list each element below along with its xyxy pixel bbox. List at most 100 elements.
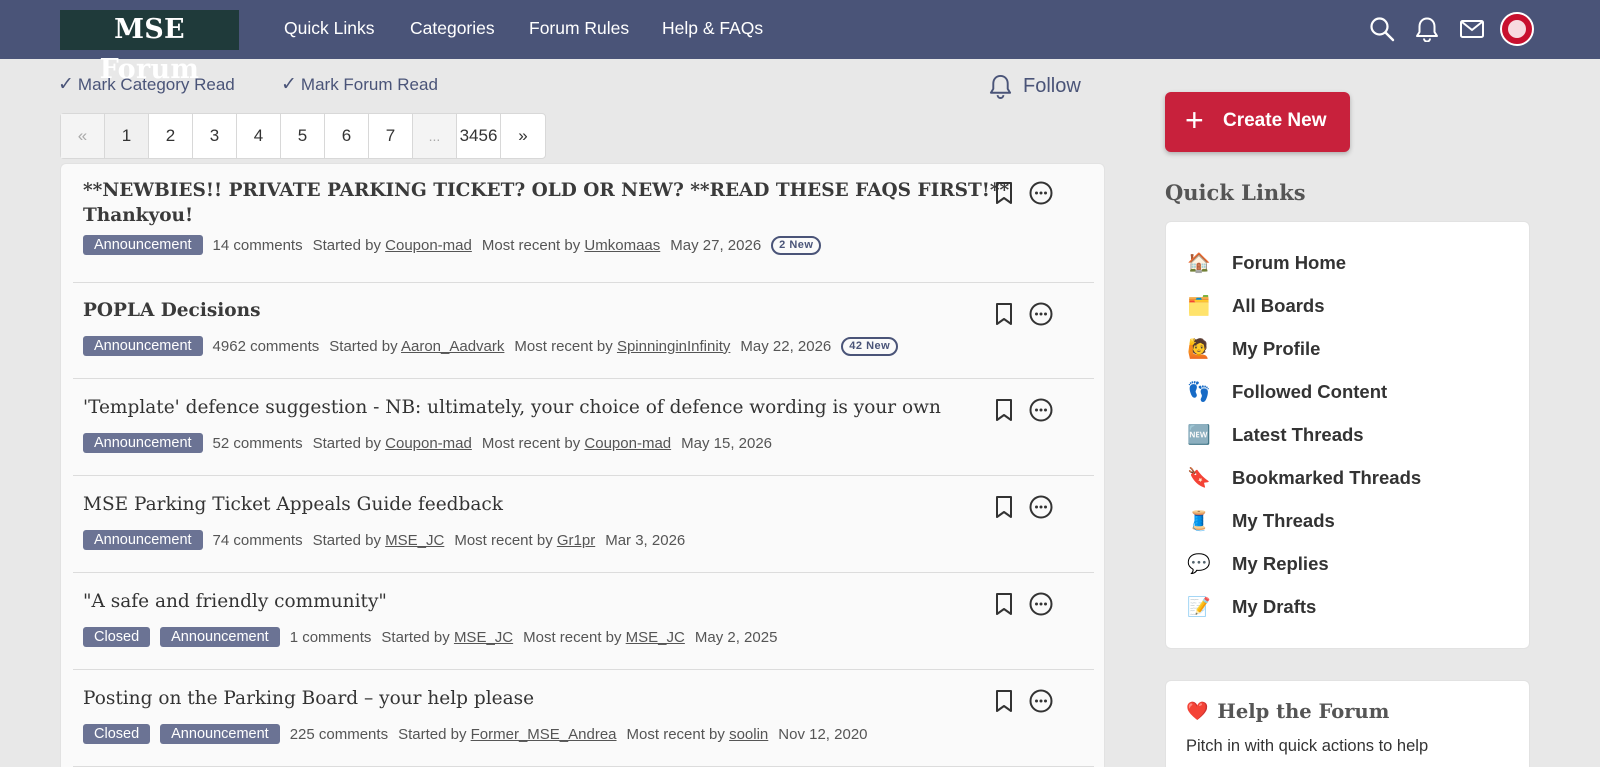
last-poster-link[interactable]: Gr1pr: [557, 532, 595, 549]
checkmark-icon: ✓: [281, 74, 297, 95]
pagination-page-7[interactable]: 7: [369, 114, 413, 158]
author-link[interactable]: Aaron_Aadvark: [401, 338, 504, 355]
thread-meta: Announcement 52 comments Started by Coup…: [83, 433, 782, 453]
quick-link-bookmarked-threads[interactable]: 🔖 Bookmarked Threads: [1186, 463, 1421, 493]
follow-label: Follow: [1023, 74, 1081, 97]
thread-row[interactable]: "A safe and friendly community" Closed A…: [73, 573, 1094, 670]
avatar[interactable]: [1500, 12, 1534, 46]
quick-link-my-drafts[interactable]: 📝 My Drafts: [1186, 592, 1316, 622]
more-options-icon[interactable]: [1028, 180, 1054, 206]
last-poster-link[interactable]: MSE_JC: [626, 629, 685, 646]
more-options-icon[interactable]: [1028, 494, 1054, 520]
nav-categories[interactable]: Categories: [410, 0, 495, 59]
checkmark-icon: ✓: [58, 74, 74, 95]
bookmark-icon[interactable]: [991, 301, 1017, 327]
pagination-page-4[interactable]: 4: [237, 114, 281, 158]
last-poster-link[interactable]: soolin: [729, 726, 768, 743]
quick-link-my-replies[interactable]: 💬 My Replies: [1186, 549, 1329, 579]
announcement-badge: Announcement: [160, 627, 280, 647]
new-count-badge[interactable]: 42 New: [841, 336, 899, 356]
site-logo[interactable]: MSE Forum: [60, 10, 239, 85]
thread-meta: Announcement 14 comments Started by Coup…: [83, 235, 831, 255]
thread-title[interactable]: "A safe and friendly community": [83, 589, 387, 614]
thread-title[interactable]: **NEWBIES!! PRIVATE PARKING TICKET? OLD …: [83, 178, 1009, 228]
quick-links-heading: Quick Links: [1165, 180, 1306, 205]
thread-row[interactable]: MSE Parking Ticket Appeals Guide feedbac…: [73, 476, 1094, 573]
last-poster-link[interactable]: SpinninginInfinity: [617, 338, 730, 355]
plus-icon: +: [1185, 102, 1204, 138]
pagination-page-5[interactable]: 5: [281, 114, 325, 158]
announcement-badge: Announcement: [83, 530, 203, 550]
more-options-icon[interactable]: [1028, 397, 1054, 423]
more-options-icon[interactable]: [1028, 591, 1054, 617]
thread-list: **NEWBIES!! PRIVATE PARKING TICKET? OLD …: [60, 163, 1105, 767]
mark-category-read-link[interactable]: ✓ Mark Category Read: [58, 73, 235, 96]
author-link[interactable]: Coupon-mad: [385, 237, 472, 254]
pagination-page-1[interactable]: 1: [105, 114, 149, 158]
nav-quick-links[interactable]: Quick Links: [284, 0, 374, 59]
pagination-page-3[interactable]: 3: [193, 114, 237, 158]
more-options-icon[interactable]: [1028, 688, 1054, 714]
pagination-last-page[interactable]: 3456: [457, 114, 501, 158]
quick-link-all-boards[interactable]: 🗂️ All Boards: [1186, 291, 1324, 321]
thread-row[interactable]: POPLA Decisions Announcement 4962 commen…: [73, 283, 1094, 379]
follow-button[interactable]: Follow: [988, 72, 1081, 100]
quick-link-my-profile[interactable]: 🙋 My Profile: [1186, 334, 1320, 364]
thread-title[interactable]: MSE Parking Ticket Appeals Guide feedbac…: [83, 492, 503, 517]
pagination-prev[interactable]: «: [61, 114, 105, 158]
help-the-forum-text: Pitch in with quick actions to help: [1186, 737, 1429, 755]
nav-forum-rules[interactable]: Forum Rules: [529, 0, 629, 59]
heart-icon: ❤️: [1186, 701, 1209, 722]
quick-link-my-threads[interactable]: 🧵 My Threads: [1186, 506, 1335, 536]
comment-count: 225 comments: [289, 725, 389, 743]
mark-forum-read-link[interactable]: ✓ Mark Forum Read: [281, 73, 438, 96]
bookmark-icon[interactable]: [991, 397, 1017, 423]
last-poster-link[interactable]: Umkomaas: [584, 237, 660, 254]
create-new-button[interactable]: + Create New: [1165, 92, 1350, 152]
new-count-badge[interactable]: 2 New: [771, 235, 822, 255]
more-options-icon[interactable]: [1028, 301, 1054, 327]
thread-meta: Closed Announcement 1 comments Started b…: [83, 627, 787, 647]
thread-title[interactable]: 'Template' defence suggestion - NB: ulti…: [83, 395, 941, 420]
mark-category-read-label: Mark Category Read: [77, 75, 235, 94]
thread-row[interactable]: Posting on the Parking Board – your help…: [73, 670, 1094, 767]
quick-link-latest-threads[interactable]: 🆕 Latest Threads: [1186, 420, 1363, 450]
mail-icon[interactable]: [1459, 16, 1485, 42]
thread-date: May 15, 2026: [681, 434, 773, 452]
pagination: « 1 2 3 4 5 6 7 ... 3456 »: [60, 113, 546, 159]
nav-help-faqs[interactable]: Help & FAQs: [662, 0, 763, 59]
bookmark-icon[interactable]: [991, 180, 1017, 206]
bell-icon[interactable]: [1414, 16, 1440, 42]
comment-count: 14 comments: [212, 236, 303, 254]
quick-link-followed-content[interactable]: 👣 Followed Content: [1186, 377, 1387, 407]
author-link[interactable]: Former_MSE_Andrea: [471, 726, 617, 743]
last-poster-link[interactable]: Coupon-mad: [584, 435, 671, 452]
search-icon[interactable]: [1369, 16, 1395, 42]
thread-title[interactable]: POPLA Decisions: [83, 298, 261, 323]
thread-title[interactable]: Posting on the Parking Board – your help…: [83, 686, 534, 711]
quick-link-forum-home[interactable]: 🏠 Forum Home: [1186, 248, 1346, 278]
author-link[interactable]: MSE_JC: [454, 629, 513, 646]
thread-meta: Closed Announcement 225 comments Started…: [83, 724, 878, 744]
bookmark-icon[interactable]: [991, 591, 1017, 617]
bookmark-icon[interactable]: [991, 494, 1017, 520]
thread-row[interactable]: 'Template' defence suggestion - NB: ulti…: [73, 379, 1094, 476]
pagination-page-2[interactable]: 2: [149, 114, 193, 158]
comment-count: 52 comments: [212, 434, 303, 452]
thread-meta: Announcement 4962 comments Started by Aa…: [83, 336, 908, 356]
pagination-page-6[interactable]: 6: [325, 114, 369, 158]
house-icon: 🏠: [1187, 253, 1211, 274]
announcement-badge: Announcement: [83, 235, 203, 255]
thread-row[interactable]: **NEWBIES!! PRIVATE PARKING TICKET? OLD …: [73, 164, 1094, 283]
create-new-label: Create New: [1223, 110, 1327, 131]
thread-meta: Announcement 74 comments Started by MSE_…: [83, 530, 695, 550]
author-link[interactable]: Coupon-mad: [385, 435, 472, 452]
comment-count: 74 comments: [212, 531, 303, 549]
closed-badge: Closed: [83, 724, 151, 744]
person-raising-hand-icon: 🙋: [1187, 339, 1211, 360]
author-link[interactable]: MSE_JC: [385, 532, 444, 549]
bookmark-icon[interactable]: [991, 688, 1017, 714]
pagination-next[interactable]: »: [501, 114, 545, 158]
mark-forum-read-label: Mark Forum Read: [300, 75, 438, 94]
thread-date: May 2, 2025: [694, 628, 778, 646]
